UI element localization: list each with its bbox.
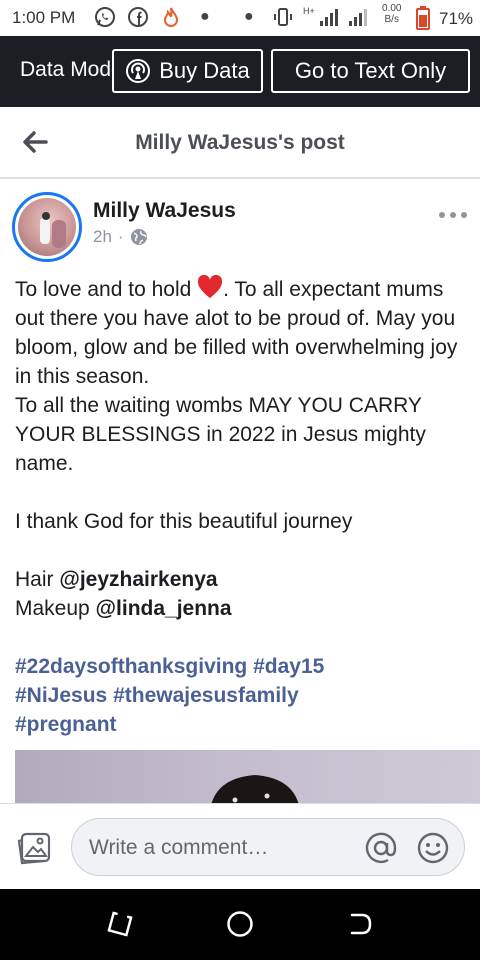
buy-data-label: Buy Data: [159, 58, 250, 83]
notification-dot-icon: ●: [200, 8, 210, 25]
meta-separator: ·: [117, 227, 124, 246]
globe-icon: [130, 229, 147, 245]
post-body: To love and to hold . To all expectant m…: [15, 275, 473, 739]
post-paragraph: Makeup @linda_jenna: [15, 594, 473, 623]
status-time: 1:00 PM: [12, 8, 76, 27]
data-mode-bar: Data Mode Buy Data Go to Text Only: [0, 36, 480, 107]
post-paragraph: #22daysofthanksgiving #day15: [15, 652, 473, 681]
notification-dot-icon: ●: [244, 8, 254, 25]
tinder-icon: [163, 7, 179, 27]
post-paragraph: #NiJesus #thewajesusfamily: [15, 681, 473, 710]
whatsapp-icon: [95, 7, 115, 27]
home-icon[interactable]: [226, 910, 254, 938]
data-mode-label: Data Mode: [20, 58, 112, 81]
net-speed-unit: B/s: [384, 14, 399, 25]
post-meta: 2h ·: [93, 227, 148, 247]
facebook-icon: [128, 7, 148, 27]
recent-apps-icon[interactable]: [106, 910, 134, 938]
post-paragraph: #pregnant: [15, 710, 473, 739]
post-author-row: Milly WaJesus 2h ·: [0, 180, 480, 265]
hashtag-link[interactable]: #22daysofthanksgiving: [15, 655, 247, 678]
more-options-icon[interactable]: [438, 210, 468, 220]
battery-icon: [416, 6, 430, 30]
comment-placeholder: Write a comment…: [89, 836, 269, 859]
battery-percent: 71%: [439, 9, 474, 28]
mention-icon[interactable]: [364, 831, 398, 865]
avatar[interactable]: [12, 192, 82, 262]
post-paragraph: To all the waiting wombs MAY YOU CARRY Y…: [15, 394, 426, 475]
credit-label: Hair: [15, 568, 60, 591]
hashtag-link[interactable]: #thewajesusfamily: [113, 684, 299, 707]
red-heart-icon: [198, 275, 223, 298]
page-title: Milly WaJesus's post: [135, 131, 345, 154]
mention-link[interactable]: @linda_jenna: [96, 597, 232, 620]
post-photo[interactable]: [15, 750, 480, 810]
post-text-segment: To love and to hold: [15, 278, 198, 301]
hashtag-link[interactable]: #pregnant: [15, 713, 117, 736]
system-nav-bar: [0, 889, 480, 960]
signal-icon: [320, 9, 338, 26]
photo-preview: [210, 775, 300, 810]
net-speed-value: 0.00: [382, 3, 402, 14]
signal-icon: [349, 9, 367, 26]
text-only-button[interactable]: Go to Text Only: [271, 49, 470, 93]
net-speed: 0.00 B/s: [382, 3, 401, 25]
broadcast-icon: [126, 59, 151, 83]
mention-link[interactable]: @jeyzhairkenya: [59, 568, 217, 591]
comment-input[interactable]: Write a comment…: [71, 818, 465, 876]
avatar-image: [18, 198, 76, 256]
back-icon[interactable]: [346, 910, 374, 938]
photo-icon[interactable]: [17, 830, 53, 866]
post-header-bar: Milly WaJesus's post: [0, 107, 480, 179]
post-paragraph: To love and to hold . To all expectant m…: [15, 275, 473, 391]
vibrate-icon: [274, 8, 292, 26]
comment-bar: Write a comment…: [0, 803, 480, 890]
credit-label: Makeup: [15, 597, 96, 620]
post-paragraph: Hair @jeyzhairkenya: [15, 565, 473, 594]
buy-data-button[interactable]: Buy Data: [112, 49, 263, 93]
network-type: H+: [303, 6, 315, 16]
post-paragraph: I thank God for this beautiful journey: [15, 510, 353, 533]
status-bar: 1:00 PM ● ● H+ 0.00 B/s 71%: [0, 0, 480, 36]
hashtag-link[interactable]: #NiJesus: [15, 684, 107, 707]
text-only-label: Go to Text Only: [294, 58, 447, 83]
post-time[interactable]: 2h: [93, 227, 112, 247]
emoji-icon[interactable]: [416, 831, 450, 865]
post-author-name[interactable]: Milly WaJesus: [93, 199, 236, 223]
hashtag-link[interactable]: #day15: [253, 655, 324, 678]
